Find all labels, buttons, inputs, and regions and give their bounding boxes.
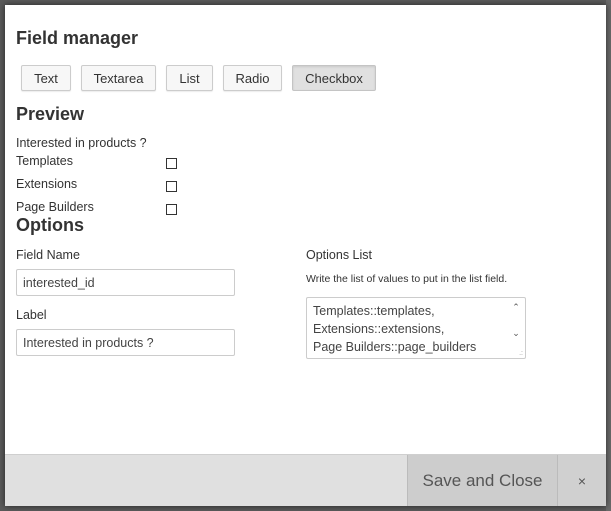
- preview-option-label: Templates: [16, 154, 73, 168]
- background-page: [606, 0, 611, 511]
- modal-title: Field manager: [16, 28, 139, 48]
- field-manager-modal: Field manager Text Textarea List Radio C…: [5, 5, 606, 506]
- preview-option-label: Page Builders: [16, 200, 94, 214]
- label-input[interactable]: [16, 329, 235, 356]
- save-and-close-button[interactable]: Save and Close: [407, 455, 557, 506]
- resize-handle-icon[interactable]: .:: [519, 350, 523, 357]
- type-button-radio[interactable]: Radio: [223, 65, 282, 91]
- type-button-list[interactable]: List: [166, 65, 213, 91]
- label-label: Label: [16, 308, 47, 322]
- preview-question: Interested in products ?: [16, 136, 147, 150]
- preview-heading: Preview: [16, 104, 85, 124]
- field-name-label: Field Name: [16, 248, 80, 262]
- preview-checkbox-templates[interactable]: [166, 158, 177, 169]
- preview-checkbox-extensions[interactable]: [166, 181, 177, 192]
- close-icon[interactable]: ×: [557, 455, 606, 506]
- options-list-textarea[interactable]: Templates::templates, Extensions::extens…: [306, 297, 526, 359]
- preview-checkbox-page-builders[interactable]: [166, 204, 177, 215]
- options-list-value: Templates::templates, Extensions::extens…: [313, 304, 477, 354]
- options-list-label: Options List: [306, 248, 373, 262]
- type-button-textarea[interactable]: Textarea: [81, 65, 156, 91]
- modal-body: Field manager Text Textarea List Radio C…: [5, 5, 606, 455]
- preview-option-label: Extensions: [16, 177, 78, 191]
- type-button-checkbox[interactable]: Checkbox: [292, 65, 376, 91]
- scroll-up-icon[interactable]: ⌃: [511, 302, 521, 312]
- options-heading: Options: [16, 215, 84, 235]
- scroll-down-icon[interactable]: ⌄: [511, 328, 521, 338]
- type-button-text[interactable]: Text: [21, 65, 71, 91]
- modal-footer: Save and Close ×: [5, 454, 606, 506]
- field-name-input[interactable]: [16, 269, 235, 296]
- options-list-help: Write the list of values to put in the l…: [306, 273, 508, 285]
